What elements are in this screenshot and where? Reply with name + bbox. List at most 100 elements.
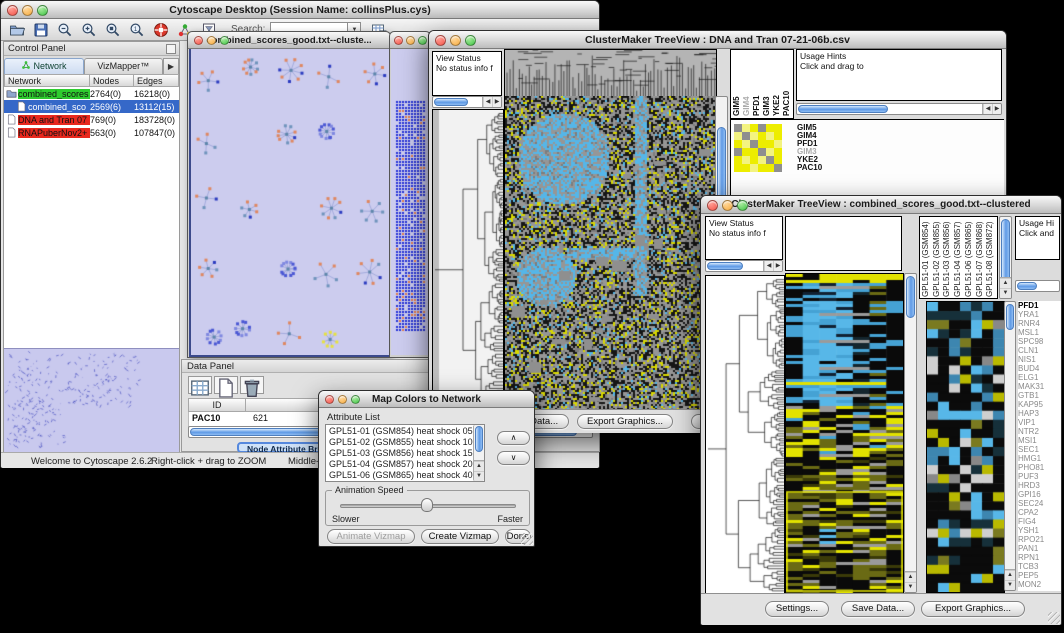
matrix-cell[interactable] <box>750 140 758 148</box>
matrix-cell[interactable] <box>742 124 750 132</box>
treeview-button[interactable]: Save Data... <box>841 601 915 617</box>
attribute-list[interactable]: GPL51-01 (GSM854) heat shock 05 minGPL51… <box>325 424 485 482</box>
col-network[interactable]: Network <box>4 74 90 87</box>
scroll-thumb[interactable] <box>1001 219 1010 285</box>
scroll-thumb[interactable] <box>707 262 743 270</box>
column-dendrogram-top[interactable] <box>504 49 717 98</box>
view-status-hscrollbar[interactable]: ◀▶ <box>705 260 783 272</box>
matrix-cell[interactable] <box>742 164 750 172</box>
matrix-cell[interactable] <box>766 156 774 164</box>
delete-attribute-icon[interactable] <box>240 376 264 394</box>
treeview-top-title-bar[interactable]: ClusterMaker TreeView : DNA and Tran 07-… <box>429 31 1006 49</box>
scroll-thumb[interactable] <box>1006 304 1014 330</box>
scroll-right-icon[interactable]: ▶ <box>773 261 782 271</box>
matrix-cell[interactable] <box>750 164 758 172</box>
scroll-thumb[interactable] <box>906 276 915 318</box>
new-attribute-icon[interactable] <box>214 376 238 394</box>
scroll-right-icon[interactable]: ▶ <box>492 97 501 107</box>
close-button[interactable] <box>707 200 718 211</box>
network-canvas-2[interactable] <box>391 49 429 355</box>
float-panel-icon[interactable] <box>166 44 176 54</box>
close-button[interactable] <box>325 395 334 404</box>
scroll-down-icon[interactable]: ▼ <box>474 471 484 481</box>
row-dendrogram-top[interactable] <box>432 109 504 411</box>
attribute-item[interactable]: GPL51-07 (GSM868) heat shock 60 min <box>329 481 481 482</box>
create-vizmap-button[interactable]: Create Vizmap <box>421 529 499 544</box>
matrix-cell[interactable] <box>742 140 750 148</box>
col-edges[interactable]: Edges <box>134 74 179 87</box>
matrix-cell[interactable] <box>766 164 774 172</box>
usage-hints-hscrollbar[interactable] <box>1015 280 1060 292</box>
matrix-cell[interactable] <box>774 148 782 156</box>
matrix-cell[interactable] <box>758 164 766 172</box>
matrix-cell[interactable] <box>774 124 782 132</box>
matrix-cell[interactable] <box>742 156 750 164</box>
close-button[interactable] <box>394 36 403 45</box>
scroll-down-icon[interactable]: ▼ <box>905 582 916 592</box>
matrix-cell[interactable] <box>734 164 742 172</box>
matrix-cell[interactable] <box>774 132 782 140</box>
heatmap-bottom-vscrollbar[interactable]: ▲▼ <box>904 273 917 593</box>
col-id[interactable]: ID <box>188 398 246 412</box>
scroll-down-icon[interactable]: ▼ <box>1005 580 1015 590</box>
table-icon[interactable] <box>188 376 212 394</box>
network-list-row[interactable]: combined_scores2764(0)16218(0) <box>4 87 179 100</box>
minimize-button[interactable] <box>406 36 415 45</box>
scroll-thumb[interactable] <box>1017 282 1037 290</box>
network-view-title-bar[interactable]: combined_scores_good.txt--cluste... <box>188 32 390 49</box>
attribute-item[interactable]: GPL51-01 (GSM854) heat shock 05 min <box>329 426 481 437</box>
attribute-item[interactable]: GPL51-03 (GSM856) heat shock 15 min <box>329 448 481 459</box>
scroll-left-icon[interactable]: ◀ <box>983 104 992 114</box>
treeview-button[interactable]: Settings... <box>765 601 829 617</box>
matrix-cell[interactable] <box>758 132 766 140</box>
zoom-fit-icon[interactable] <box>102 21 124 39</box>
close-button[interactable] <box>7 5 18 16</box>
network-list-row[interactable]: DNA and Tran 07769(0)183728(0) <box>4 113 179 126</box>
scroll-up-icon[interactable]: ▲ <box>1000 278 1011 288</box>
zoom-button[interactable] <box>351 395 360 404</box>
minimize-button[interactable] <box>22 5 33 16</box>
attribute-item[interactable]: GPL51-04 (GSM857) heat shock 20 min <box>329 459 481 470</box>
tab-network[interactable]: Network <box>4 58 84 74</box>
tab-more-icon[interactable]: ▶ <box>163 58 179 74</box>
birdseye-view[interactable] <box>4 348 179 453</box>
heatmap-main-bottom[interactable] <box>785 273 904 595</box>
attribute-item[interactable]: GPL51-06 (GSM865) heat shock 40 min <box>329 470 481 481</box>
matrix-cell[interactable] <box>750 124 758 132</box>
zoom-in-icon[interactable] <box>78 21 100 39</box>
matrix-cell[interactable] <box>734 124 742 132</box>
matrix-cell[interactable] <box>766 132 774 140</box>
zoom-actual-icon[interactable]: 1 <box>126 21 148 39</box>
scroll-up-icon[interactable]: ▲ <box>1005 570 1015 580</box>
usage-hints-hscrollbar[interactable]: ◀▶ <box>796 103 1002 115</box>
matrix-cell[interactable] <box>742 132 750 140</box>
scroll-up-icon[interactable]: ▲ <box>905 572 916 582</box>
help-lifering-icon[interactable] <box>150 21 172 39</box>
zoom-button[interactable] <box>737 200 748 211</box>
dialog-title-bar[interactable]: Map Colors to Network <box>319 391 534 408</box>
matrix-cell[interactable] <box>758 156 766 164</box>
matrix-cell[interactable] <box>774 156 782 164</box>
network-list-row[interactable]: combined_sco2569(6)13112(15) <box>4 100 179 113</box>
column-labels-vscrollbar[interactable]: ▲▼ <box>999 216 1012 299</box>
treeview-button[interactable]: Export Graphics... <box>921 601 1025 617</box>
resize-grip[interactable] <box>521 533 533 545</box>
scroll-left-icon[interactable]: ◀ <box>764 261 773 271</box>
view-status-hscrollbar[interactable]: ◀▶ <box>432 96 502 108</box>
heatmap-zoom-bottom[interactable] <box>926 301 1005 593</box>
matrix-cell[interactable] <box>766 140 774 148</box>
heatmap-zoom-top[interactable] <box>734 124 782 172</box>
speed-slider-thumb[interactable] <box>421 498 433 512</box>
matrix-cell[interactable] <box>766 124 774 132</box>
matrix-cell[interactable] <box>750 148 758 156</box>
attribute-item[interactable]: GPL51-02 (GSM855) heat shock 10 min <box>329 437 481 448</box>
matrix-cell[interactable] <box>734 156 742 164</box>
zoom-button[interactable] <box>418 36 427 45</box>
close-button[interactable] <box>194 36 203 45</box>
scroll-thumb[interactable] <box>475 426 483 452</box>
matrix-cell[interactable] <box>766 148 774 156</box>
animate-vizmap-button[interactable]: Animate Vizmap <box>327 529 415 544</box>
matrix-cell[interactable] <box>758 140 766 148</box>
matrix-cell[interactable] <box>750 156 758 164</box>
treeview-bottom-title-bar[interactable]: ClusterMaker TreeView : combined_scores_… <box>701 196 1061 214</box>
